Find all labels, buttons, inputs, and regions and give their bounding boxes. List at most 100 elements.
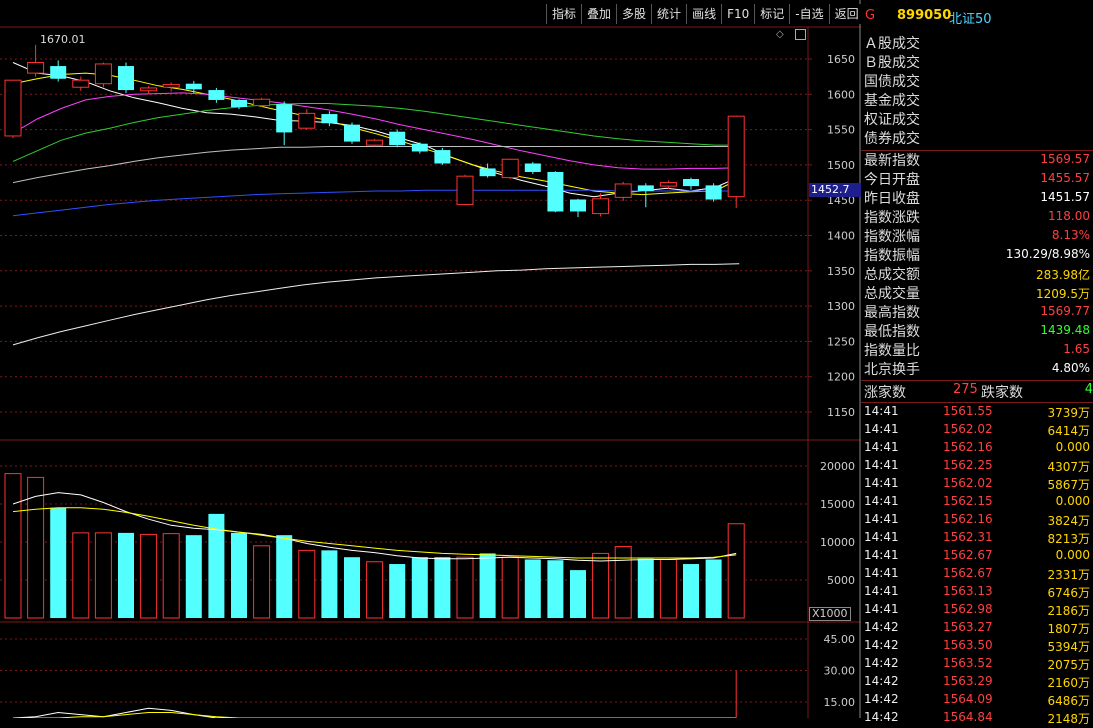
toolbar-button-7[interactable]: -自选: [789, 4, 829, 24]
tick-price: 1563.13: [943, 584, 993, 598]
tick-row: 14:41 1561.55 3739万: [861, 404, 1093, 422]
diamond-icon[interactable]: ◇: [776, 29, 784, 40]
toolbar-button-2[interactable]: 多股: [616, 4, 652, 24]
toolbar-button-0[interactable]: 指标: [546, 4, 582, 24]
candle-body: [118, 66, 134, 91]
candle-body: [547, 171, 564, 212]
stat-label: 指数涨跌: [864, 210, 920, 226]
stat-row: 总成交额 283.98亿: [861, 264, 1093, 283]
candle-body: [411, 143, 428, 152]
stat-row: 北京换手 4.80%: [861, 359, 1093, 378]
toolbar-button-4[interactable]: 画线: [686, 4, 722, 24]
volume-bar: [637, 558, 654, 618]
tick-time: 14:42: [864, 710, 899, 724]
category-row: Ｂ股成交: [861, 52, 1093, 71]
candle-body: [456, 175, 474, 205]
volume-bar: [727, 523, 745, 619]
volume-axis-label: 15000: [820, 498, 855, 511]
tick-row: 14:42 1563.50 5394万: [861, 638, 1093, 656]
category-label: Ａ股成交: [864, 36, 920, 52]
toolbar-button-6[interactable]: 标记: [754, 4, 790, 24]
tick-volume: 1807万: [1047, 622, 1090, 636]
volume-bar: [501, 556, 519, 619]
moving-average-line: [12, 263, 740, 346]
volume-bar: [72, 532, 90, 619]
candle-body: [253, 98, 271, 107]
stock-header: G 899050 北证50: [861, 6, 1093, 27]
volume-bar: [4, 473, 22, 619]
candle-body: [4, 79, 22, 137]
tick-price: 1562.25: [943, 458, 993, 472]
candle-body: [94, 63, 112, 85]
price-axis-label: 1650: [827, 53, 855, 66]
candle-body: [592, 198, 610, 215]
tick-row: 14:42 1563.29 2160万: [861, 674, 1093, 692]
candle-body: [659, 182, 677, 187]
candle-body: [366, 139, 384, 146]
tick-price: 1562.16: [943, 440, 993, 454]
tick-time: 14:41: [864, 476, 899, 490]
price-axis-label: 1550: [827, 124, 855, 137]
tick-row: 14:41 1562.16 3824万: [861, 512, 1093, 530]
volume-bar: [276, 535, 293, 618]
tick-row: 14:42 1564.09 6486万: [861, 692, 1093, 710]
candle-body: [389, 131, 406, 146]
volume-bar: [231, 532, 247, 618]
volume-bar: [185, 535, 202, 618]
stat-label: 北京换手: [864, 362, 920, 378]
candle-body: [298, 112, 316, 129]
category-row: Ａ股成交: [861, 33, 1093, 52]
kline-chart[interactable]: 1650160015501500145014001350130012501200…: [0, 0, 861, 718]
price-axis-label: 1500: [827, 159, 855, 172]
tick-row: 14:42 1563.27 1807万: [861, 620, 1093, 638]
stat-label: 总成交量: [864, 286, 920, 302]
stat-label: 昨日收盘: [864, 191, 920, 207]
toolbar-button-5[interactable]: F10: [721, 4, 755, 24]
tick-price: 1562.15: [943, 494, 993, 508]
tick-time: 14:41: [864, 404, 899, 418]
tick-price: 1562.67: [943, 566, 993, 580]
tick-volume: 5394万: [1047, 640, 1090, 654]
indicator-axis-label: 45.00: [824, 633, 856, 646]
volume-axis-label: 10000: [820, 536, 855, 549]
tick-time: 14:41: [864, 458, 899, 472]
volume-bar: [570, 570, 586, 618]
tick-price: 1563.29: [943, 674, 993, 688]
tick-volume: 4307万: [1047, 460, 1090, 474]
tick-volume: 8213万: [1047, 532, 1090, 546]
stat-label: 最新指数: [864, 153, 920, 169]
current-price-tag: 1452.7: [809, 183, 861, 197]
tick-row: 14:41 1562.16 0.000: [861, 440, 1093, 458]
stat-value: 130.29/8.98%: [1005, 247, 1090, 261]
indicator-line: [12, 707, 737, 718]
stat-value: 1569.77: [1040, 304, 1090, 318]
candle-body: [727, 115, 745, 198]
tick-row: 14:41 1563.13 6746万: [861, 584, 1093, 602]
stock-name[interactable]: 北证50: [949, 8, 992, 27]
tick-volume: 3824万: [1047, 514, 1090, 528]
tick-row: 14:41 1562.67 2331万: [861, 566, 1093, 584]
tick-volume: 2148万: [1047, 712, 1090, 726]
tick-price: 1564.09: [943, 692, 993, 706]
volume-bar: [50, 507, 67, 618]
stat-row: 昨日收盘 1451.57: [861, 188, 1093, 207]
tick-volume: 2331万: [1047, 568, 1090, 582]
maximize-icon[interactable]: [795, 29, 806, 40]
category-label: 国债成交: [864, 74, 920, 90]
volume-bar: [524, 559, 541, 618]
volume-bar: [253, 545, 271, 619]
stat-row: 指数涨幅 8.13%: [861, 226, 1093, 245]
candle-body: [276, 104, 293, 133]
volume-bar: [411, 557, 428, 618]
toolbar-button-3[interactable]: 统计: [651, 4, 687, 24]
toolbar-button-1[interactable]: 叠加: [581, 4, 617, 24]
candle-body: [705, 185, 722, 200]
indicator-axis-label: 30.00: [824, 665, 856, 678]
toolbar-button-8[interactable]: 返回: [828, 4, 864, 24]
tick-time: 14:41: [864, 422, 899, 436]
tick-price: 1563.50: [943, 638, 993, 652]
tick-time: 14:42: [864, 674, 899, 688]
tick-row: 14:41 1562.02 6414万: [861, 422, 1093, 440]
stat-value: 4.80%: [1051, 361, 1090, 375]
up-count-label: 涨家数: [864, 385, 906, 401]
